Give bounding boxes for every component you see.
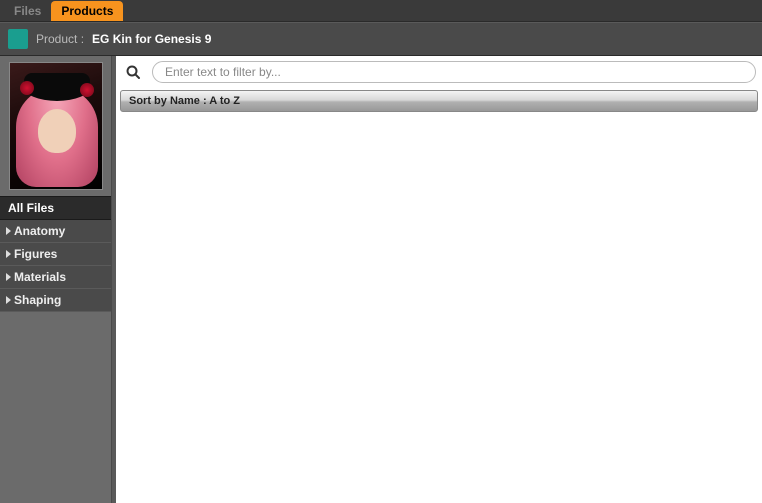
tree-root[interactable]: All Files	[0, 196, 111, 220]
sort-bar[interactable]: Sort by Name : A to Z	[120, 90, 758, 112]
chevron-right-icon	[6, 250, 11, 258]
product-label: Product :	[36, 32, 84, 46]
chevron-right-icon	[6, 296, 11, 304]
tree-item-materials[interactable]: Materials	[0, 266, 111, 289]
tree-item-shaping[interactable]: Shaping	[0, 289, 111, 312]
search-button[interactable]	[122, 61, 144, 83]
product-thumbnail-container	[0, 56, 111, 196]
tree-item-figures[interactable]: Figures	[0, 243, 111, 266]
filter-row	[116, 56, 762, 88]
chevron-right-icon	[6, 273, 11, 281]
main-panel: Sort by Name : A to Z	[112, 56, 762, 503]
tab-bar: Files Products	[0, 0, 762, 22]
search-icon	[125, 64, 141, 80]
tab-products[interactable]: Products	[51, 1, 123, 21]
filter-input[interactable]	[152, 61, 756, 83]
product-name: EG Kin for Genesis 9	[92, 32, 211, 46]
tab-files[interactable]: Files	[4, 1, 51, 21]
tree-item-anatomy[interactable]: Anatomy	[0, 220, 111, 243]
chevron-right-icon	[6, 227, 11, 235]
tree-item-label: Anatomy	[14, 224, 65, 238]
tree-item-label: Shaping	[14, 293, 61, 307]
product-thumbnail[interactable]	[9, 62, 103, 190]
content-area	[116, 112, 762, 503]
sidebar: All Files Anatomy Figures Materials Shap…	[0, 56, 112, 503]
product-icon	[8, 29, 28, 49]
tree-item-label: Materials	[14, 270, 66, 284]
sort-label: Sort by Name : A to Z	[129, 95, 240, 107]
product-header: Product : EG Kin for Genesis 9	[0, 22, 762, 56]
tree-item-label: Figures	[14, 247, 57, 261]
